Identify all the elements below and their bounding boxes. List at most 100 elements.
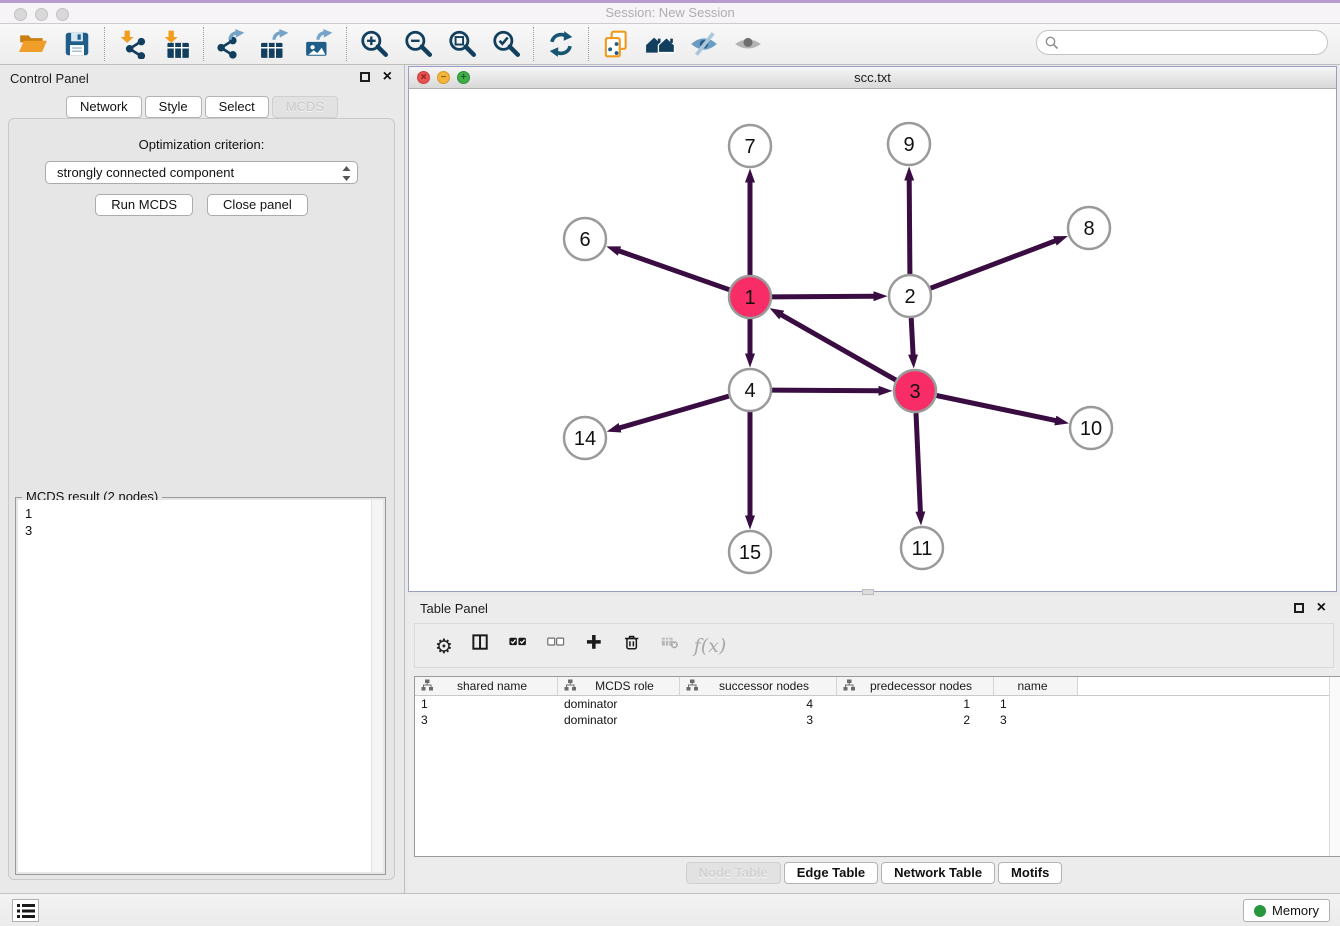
edge-3-11[interactable] xyxy=(916,413,920,512)
edge-3-10[interactable] xyxy=(937,396,1056,421)
select-all-rows-button[interactable] xyxy=(503,630,537,662)
table-close-icon[interactable]: × xyxy=(1317,599,1326,617)
zoom-out-icon xyxy=(403,29,433,59)
save-session-button[interactable] xyxy=(59,27,95,61)
float-panel-icon[interactable] xyxy=(360,72,370,82)
deselect-all-rows-button[interactable] xyxy=(541,630,575,662)
tab-select[interactable]: Select xyxy=(205,96,269,118)
export-image-icon xyxy=(304,29,334,59)
table-cell[interactable]: 4 xyxy=(680,696,837,712)
delete-column-button[interactable] xyxy=(617,630,651,662)
tab-network-table[interactable]: Network Table xyxy=(881,862,995,884)
session-title: Session: New Session xyxy=(0,5,1340,20)
export-image-button[interactable] xyxy=(301,27,337,61)
table-cell[interactable]: 3 xyxy=(994,712,1078,728)
graph-node-label-15: 15 xyxy=(739,542,761,564)
hide-panel-eye-icon xyxy=(689,29,719,59)
delete-column-icon xyxy=(623,633,645,658)
panel-splitter-handle[interactable] xyxy=(862,589,874,595)
control-panel-title: Control Panel xyxy=(10,71,89,86)
table-cell[interactable]: dominator xyxy=(558,696,680,712)
network-view-window: × − + scc.txt 1234678910111415 xyxy=(408,66,1337,592)
tab-network[interactable]: Network xyxy=(66,96,142,118)
close-panel-icon[interactable]: × xyxy=(383,68,392,86)
add-column-button[interactable] xyxy=(579,630,613,662)
column-header-predecessor-nodes[interactable]: predecessor nodes xyxy=(837,677,994,695)
delete-table-button xyxy=(655,630,689,662)
home-view-button[interactable] xyxy=(642,27,678,61)
edge-2-9[interactable] xyxy=(909,180,910,274)
zoom-out-button[interactable] xyxy=(400,27,436,61)
edge-2-3[interactable] xyxy=(911,318,913,355)
apply-function-button: f(x) xyxy=(693,630,727,662)
edge-1-6[interactable] xyxy=(619,251,729,290)
save-session-icon xyxy=(62,29,92,59)
mcds-result-list[interactable]: 13 xyxy=(18,500,383,872)
refresh-view-button[interactable] xyxy=(543,27,579,61)
dropdown-stepper-icon xyxy=(342,166,351,181)
edge-4-3[interactable] xyxy=(772,390,879,391)
close-panel-button[interactable]: Close panel xyxy=(207,194,308,216)
hide-panel-eye-button[interactable] xyxy=(686,27,722,61)
table-cell[interactable]: 1 xyxy=(837,696,994,712)
tab-style[interactable]: Style xyxy=(145,96,202,118)
tab-motifs[interactable]: Motifs xyxy=(998,862,1062,884)
zoom-in-button[interactable] xyxy=(356,27,392,61)
run-mcds-button[interactable]: Run MCDS xyxy=(95,194,193,216)
column-label: name xyxy=(994,679,1077,693)
table-row[interactable]: 3dominator323 xyxy=(415,712,1340,728)
import-table-button[interactable] xyxy=(158,27,194,61)
table-cell[interactable]: 2 xyxy=(837,712,994,728)
network-window-titlebar[interactable]: × − + scc.txt xyxy=(409,67,1336,89)
add-column-icon xyxy=(585,633,607,658)
table-cell[interactable]: 3 xyxy=(680,712,837,728)
table-float-icon[interactable] xyxy=(1294,603,1304,613)
search-input[interactable] xyxy=(1063,33,1318,52)
zoom-fit-button[interactable] xyxy=(444,27,480,61)
network-graph-canvas[interactable]: 1234678910111415 xyxy=(409,89,1336,591)
zoom-selected-icon xyxy=(491,29,521,59)
export-table-button[interactable] xyxy=(257,27,293,61)
column-header-name[interactable]: name xyxy=(994,677,1078,695)
zoom-selected-button[interactable] xyxy=(488,27,524,61)
show-panel-eye-button[interactable] xyxy=(730,27,766,61)
column-settings-gear-button[interactable]: ⚙ xyxy=(427,630,461,662)
criterion-dropdown[interactable]: strongly connected component xyxy=(45,161,358,184)
table-row[interactable]: 1dominator411 xyxy=(415,696,1340,712)
import-network-button[interactable] xyxy=(114,27,150,61)
table-cell[interactable]: dominator xyxy=(558,712,680,728)
table-panel-title: Table Panel xyxy=(420,601,488,616)
graph-node-label-11: 11 xyxy=(912,538,933,560)
delete-table-icon xyxy=(661,633,683,658)
session-list-button[interactable] xyxy=(12,899,39,922)
column-header-shared-name[interactable]: shared name xyxy=(415,677,558,695)
edge-3-1[interactable] xyxy=(781,315,896,380)
duplicate-network-button[interactable] xyxy=(598,27,634,61)
tree-hierarchy-icon xyxy=(837,679,855,694)
tab-mcds[interactable]: MCDS xyxy=(272,96,338,118)
column-label: successor nodes xyxy=(698,679,836,693)
edge-4-14[interactable] xyxy=(620,396,729,428)
table-cell[interactable]: 3 xyxy=(415,712,558,728)
edge-1-2[interactable] xyxy=(772,296,874,297)
split-panel-columns-button[interactable] xyxy=(465,630,499,662)
column-header-successor-nodes[interactable]: successor nodes xyxy=(680,677,837,695)
table-cell[interactable]: 1 xyxy=(994,696,1078,712)
column-label: shared name xyxy=(433,679,557,693)
node-table[interactable]: shared nameMCDS role successor nodesprede… xyxy=(414,676,1340,857)
edge-2-8[interactable] xyxy=(931,241,1056,288)
column-header-MCDS-role[interactable]: MCDS role xyxy=(558,677,680,695)
show-panel-eye-icon xyxy=(733,29,763,59)
search-icon xyxy=(1045,36,1059,50)
export-network-button[interactable] xyxy=(213,27,249,61)
control-panel: Control Panel × NetworkStyleSelectMCDS O… xyxy=(0,65,405,893)
tab-node-table[interactable]: Node Table xyxy=(686,862,781,884)
memory-button[interactable]: Memory xyxy=(1243,899,1330,922)
table-cell[interactable]: 1 xyxy=(415,696,558,712)
result-scrollbar[interactable] xyxy=(371,500,383,872)
tab-edge-table[interactable]: Edge Table xyxy=(784,862,878,884)
table-scrollbar[interactable] xyxy=(1329,677,1340,856)
search-box[interactable] xyxy=(1036,30,1328,55)
control-panel-header: Control Panel × xyxy=(0,65,404,91)
open-session-button[interactable] xyxy=(15,27,51,61)
